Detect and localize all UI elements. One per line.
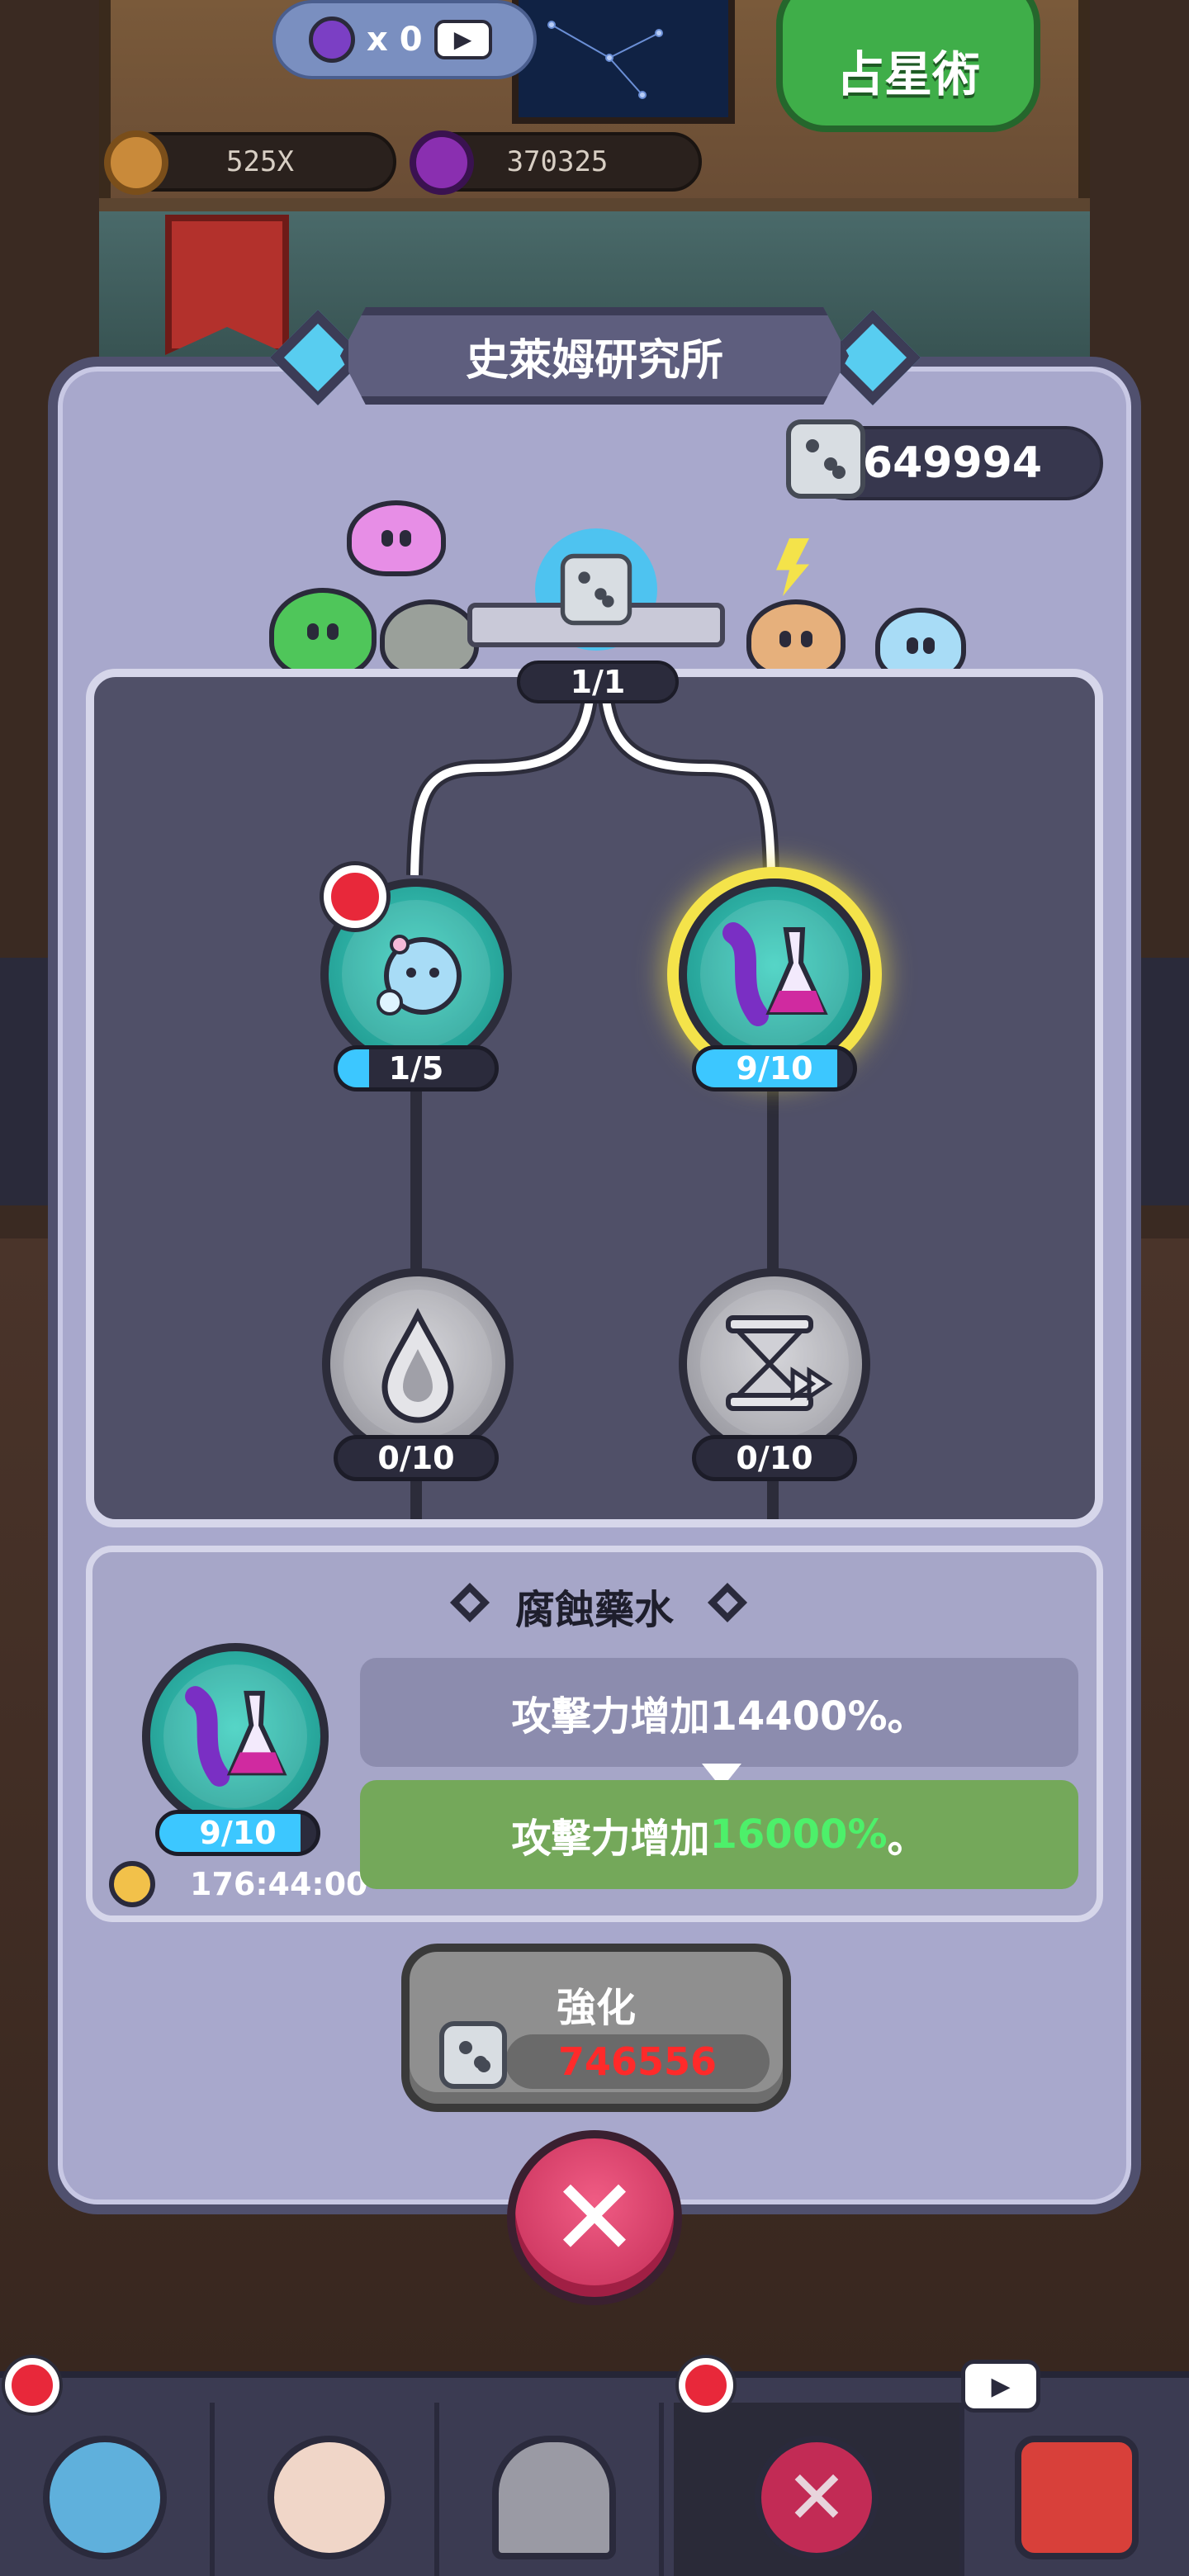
skill-node-corrosion-potion[interactable] — [679, 878, 870, 1070]
close-icon: ✕ — [549, 2155, 640, 2280]
gem-count: 370325 — [506, 145, 609, 178]
tan-slime-icon — [746, 599, 846, 679]
dice-count: 649994 — [862, 438, 1042, 488]
coin-icon — [104, 130, 168, 195]
skill-tree-connectors — [406, 677, 779, 1519]
corrosion-skill-level-text: 9/10 — [736, 1050, 813, 1087]
skill-detail-title: 腐蝕藥水 — [514, 1587, 674, 1633]
close-button[interactable]: ✕ — [507, 2130, 682, 2305]
detail-skill-icon — [142, 1643, 329, 1830]
next-effect-value: 16000% — [709, 1811, 888, 1858]
portal-gate-icon — [492, 2436, 616, 2559]
drop-skill-level-text: 0/10 — [377, 1440, 455, 1476]
skill-node-water-drop[interactable] — [322, 1268, 514, 1460]
nav-item-portal[interactable] — [449, 2403, 664, 2576]
fast-forward-skill-level: 0/10 — [692, 1435, 857, 1481]
timer-icon — [109, 1861, 155, 1907]
shop-icon — [1015, 2436, 1139, 2559]
water-drop-icon — [343, 1290, 492, 1438]
dice-icon — [786, 419, 865, 499]
nav-slime-alert-dot — [5, 2358, 59, 2413]
upgrade-cost-pill: 746556 — [505, 2034, 770, 2089]
bubble-skill-level: 1/5 — [334, 1045, 499, 1091]
current-effect-text: 攻擊力增加14400%。 — [511, 1693, 927, 1740]
detail-skill-level-text: 9/10 — [199, 1815, 277, 1851]
bubble-skill-level-text: 1/5 — [388, 1050, 444, 1087]
nav-item-chicken[interactable] — [225, 2403, 439, 2576]
current-effect-box: 攻擊力增加14400%。 — [360, 1658, 1078, 1767]
astrology-button[interactable]: 占星術 — [776, 0, 1040, 132]
root-node-level: 1/1 — [517, 661, 679, 703]
bubble-skill-alert-dot — [324, 865, 386, 928]
bubble-skill-level-fill — [338, 1049, 369, 1087]
root-node-level-text: 1/1 — [570, 664, 626, 700]
drop-skill-level: 0/10 — [334, 1435, 499, 1481]
green-cat-slime-icon — [269, 588, 377, 679]
skill-timer: 176:44:00 — [190, 1866, 368, 1902]
hourglass-fast-forward-icon — [700, 1290, 849, 1438]
next-effect-box: 攻擊力增加 16000%。 — [360, 1780, 1078, 1889]
skill-detail-panel: 腐蝕藥水 9/10 176:44:00 攻擊力增加14400%。 攻擊力增加 16… — [86, 1546, 1103, 1922]
fast-forward-skill-level-text: 0/10 — [736, 1440, 813, 1476]
crystal-ball-icon — [309, 17, 355, 63]
upgrade-dice-icon — [439, 2021, 507, 2089]
slime-face-icon — [43, 2436, 167, 2559]
upgrade-cost: 746556 — [557, 2039, 718, 2084]
upgrade-button[interactable]: 強化 746556 — [401, 1944, 791, 2112]
chicken-icon — [268, 2436, 391, 2559]
next-effect-suffix: 。 — [887, 1816, 927, 1862]
multiplier-value: 525X — [226, 145, 294, 178]
gem-icon — [410, 130, 474, 195]
modal-title: 史萊姆研究所 — [465, 335, 723, 386]
close-icon: ✕ — [755, 2436, 879, 2559]
video-count: x 0 — [367, 21, 423, 59]
root-dice-icon — [560, 553, 632, 626]
pink-bat-slime-icon — [347, 500, 446, 576]
grey-knight-slime-icon — [380, 599, 479, 679]
potion-flask-icon — [163, 1664, 307, 1808]
nav-item-slime[interactable] — [0, 2403, 215, 2576]
constellation-window — [512, 0, 735, 124]
next-effect-prefix: 攻擊力增加 — [511, 1816, 710, 1862]
nav-close-alert-dot — [679, 2358, 733, 2413]
detail-skill-level: 9/10 — [155, 1810, 320, 1856]
potion-flask-icon — [700, 900, 849, 1049]
skill-tree-panel — [86, 669, 1103, 1527]
nav-item-close[interactable]: ✕ — [674, 2403, 964, 2576]
shop-video-icon: ▶ — [961, 2360, 1040, 2413]
corrosion-skill-level: 9/10 — [692, 1045, 857, 1091]
video-reward-pill[interactable]: x 0 ▶ — [272, 0, 537, 79]
astrology-button-label: 占星術 — [836, 46, 980, 102]
nav-item-shop[interactable] — [964, 2403, 1189, 2576]
skill-node-fast-forward[interactable] — [679, 1268, 870, 1460]
modal-title-plate: 史萊姆研究所 — [340, 307, 849, 405]
play-video-icon: ▶ — [433, 20, 492, 59]
